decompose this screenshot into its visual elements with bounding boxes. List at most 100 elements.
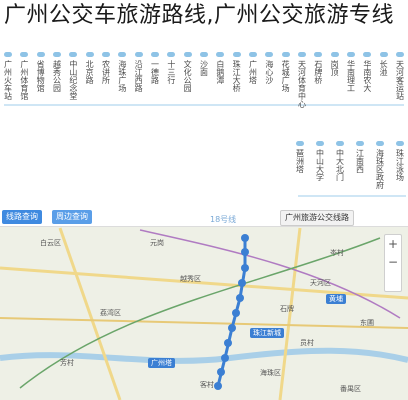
route-stop[interactable]: 沿江西路	[132, 52, 146, 140]
stop-dot	[232, 52, 241, 57]
stop-name: 中山纪念堂	[68, 60, 78, 100]
map-label: 员村	[300, 339, 314, 347]
stop-name: 文化公园	[183, 60, 193, 92]
stop-dot	[216, 52, 225, 57]
stop-dot	[265, 52, 274, 57]
route-stop[interactable]: 华南理工	[344, 52, 358, 140]
stop-name: 海珠区政府	[375, 149, 385, 189]
route-stop[interactable]: 十三行	[164, 52, 178, 140]
route-stop[interactable]: 广州体育馆	[17, 52, 31, 140]
stop-name: 石牌桥	[313, 60, 323, 84]
zoom-in-button[interactable]: +	[385, 235, 401, 253]
stop-dot	[200, 52, 208, 57]
stop-name: 华南农大	[362, 60, 372, 92]
stop-dot	[376, 141, 384, 146]
stop-dot	[281, 52, 290, 57]
route-stop[interactable]: 长湴	[377, 52, 391, 140]
page-title: 广州公交车旅游路线,广州公交旅游专线	[4, 3, 394, 28]
stop-dot	[36, 52, 45, 57]
stop-name: 天河体育中心	[297, 60, 307, 108]
route-stop[interactable]: 省博物馆	[34, 52, 48, 140]
tab-tourist-lines[interactable]: 广州旅游公交线路	[280, 210, 354, 226]
route-stop[interactable]: 海心沙	[262, 52, 276, 140]
stop-name: 省博物馆	[36, 60, 46, 92]
map-label: 芳村	[60, 359, 74, 367]
stop-dot	[356, 141, 364, 146]
stop-name: 越秀公园	[52, 60, 62, 92]
stop-name: 华南理工	[346, 60, 356, 92]
zoom-control: + −	[384, 234, 402, 292]
stop-name: 白鹅潭	[215, 60, 225, 84]
route-stop[interactable]: 越秀公园	[50, 52, 64, 140]
map-label: 海珠区	[260, 369, 281, 377]
route-stop[interactable]: 中山纪念堂	[66, 52, 80, 140]
map-landmark: 黄埔	[326, 294, 346, 304]
stop-dot	[167, 52, 176, 57]
stop-name: 海心沙	[264, 60, 274, 84]
map-label: 番禺区	[340, 385, 361, 393]
map-label: 天河区	[310, 279, 331, 287]
route-stop[interactable]: 琶洲塔	[293, 141, 307, 204]
stop-name: 一德路	[150, 60, 160, 84]
route-stop[interactable]: 沙面	[197, 52, 211, 140]
route-stop[interactable]: 中大北门	[333, 141, 347, 204]
stop-name: 岗顶	[330, 60, 340, 76]
route-stop[interactable]: 华南农大	[360, 52, 374, 140]
zoom-out-button[interactable]: −	[385, 253, 401, 271]
stop-name: 广州火车站	[3, 60, 13, 100]
route-stop[interactable]: 海珠广场	[115, 52, 129, 140]
stop-dot	[379, 52, 388, 57]
stop-name: 长湴	[379, 60, 389, 76]
stop-dot	[314, 52, 323, 57]
stop-dot	[336, 141, 344, 146]
map-watermark: 18号线	[210, 215, 237, 224]
route-stop[interactable]: 岗顶	[328, 52, 342, 140]
map-landmark: 广州塔	[148, 358, 175, 368]
stop-dot	[85, 52, 94, 57]
stop-dot	[249, 52, 257, 57]
stop-name: 广州体育馆	[19, 60, 29, 100]
tab-route-query[interactable]: 线路查询	[2, 210, 42, 224]
map-landmark: 珠江新城	[250, 328, 284, 338]
map-label: 客村	[200, 381, 214, 389]
map-label: 石牌	[280, 305, 294, 313]
stop-dot	[183, 52, 192, 57]
stop-dot	[347, 52, 355, 57]
stop-dot	[316, 141, 324, 146]
map-toolbar: 线路查询 周边查询 广州旅游公交线路	[0, 208, 408, 227]
stop-name: 珠江大桥	[232, 60, 242, 92]
stop-name: 珠江泳场	[395, 149, 405, 181]
stop-dot	[4, 52, 12, 57]
map-canvas	[0, 208, 408, 400]
stop-dot	[118, 52, 127, 57]
route-stop[interactable]: 中山大学	[313, 141, 327, 204]
stop-name: 花城广场	[281, 60, 291, 92]
route-stop[interactable]: 白鹅潭	[213, 52, 227, 140]
route-stop[interactable]: 石牌桥	[311, 52, 325, 140]
route-stop[interactable]: 珠江泳场	[393, 141, 407, 204]
tab-nearby-query[interactable]: 周边查询	[52, 210, 92, 224]
route-stop[interactable]: 海珠区政府	[373, 141, 387, 204]
stop-dot	[53, 52, 61, 57]
route-stop[interactable]: 农讲所	[99, 52, 113, 140]
route-stop[interactable]: 江南西	[353, 141, 367, 204]
stop-dot	[134, 52, 143, 57]
map-label: 元岗	[150, 239, 164, 247]
route-stop[interactable]: 花城广场	[279, 52, 293, 140]
route-stop[interactable]: 一德路	[148, 52, 162, 140]
route-map[interactable]: 线路查询 周边查询 广州旅游公交线路 + − 白云区 天河区 越秀区 荔湾区 海…	[0, 208, 408, 400]
map-label: 荔湾区	[100, 309, 121, 317]
stop-name: 中山大学	[315, 149, 325, 181]
map-label: 东圃	[360, 319, 374, 327]
route-stop[interactable]: 广州塔	[246, 52, 260, 140]
route-stop[interactable]: 北京路	[83, 52, 97, 140]
route-stop[interactable]: 天河客运站	[393, 52, 407, 140]
route-stop[interactable]: 珠江大桥	[230, 52, 244, 140]
stop-dot	[363, 52, 372, 57]
route-stop[interactable]: 文化公园	[181, 52, 195, 140]
stop-name: 天河客运站	[395, 60, 405, 100]
route-stop[interactable]: 广州火车站	[1, 52, 15, 140]
route-stop[interactable]: 天河体育中心	[295, 52, 309, 140]
stop-name: 农讲所	[101, 60, 111, 84]
stop-name: 海珠广场	[117, 60, 127, 92]
